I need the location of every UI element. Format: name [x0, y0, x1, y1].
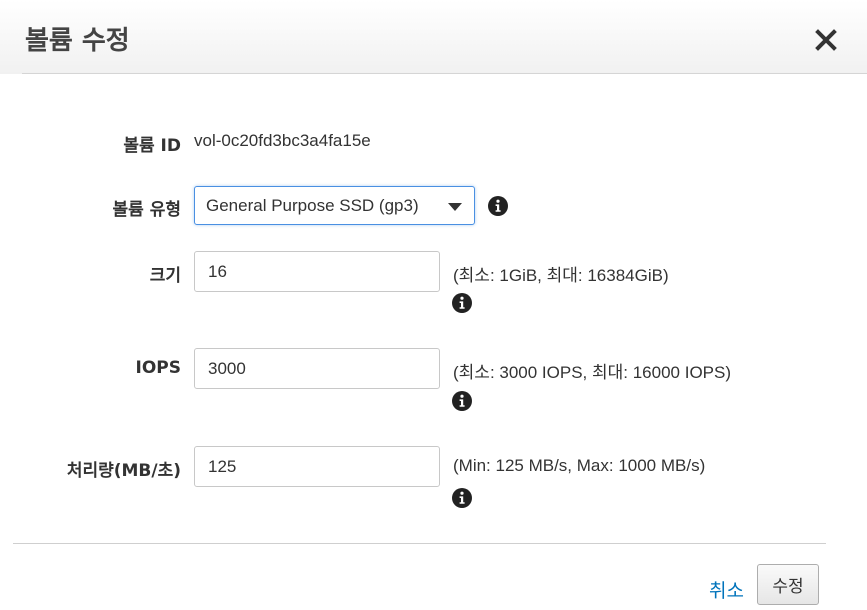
- volume-type-select[interactable]: General Purpose SSD (gp3): [194, 186, 475, 225]
- cancel-link[interactable]: 취소: [709, 576, 744, 603]
- dialog-header: [0, 0, 867, 74]
- iops-input[interactable]: [194, 348, 440, 389]
- volume-id-label: 볼륨 ID: [123, 136, 181, 156]
- volume-type-selected: General Purpose SSD (gp3): [206, 196, 419, 215]
- info-icon[interactable]: [452, 293, 472, 313]
- modify-button[interactable]: 수정: [757, 564, 819, 605]
- size-label: 크기: [149, 266, 181, 286]
- throughput-input[interactable]: [194, 446, 440, 487]
- chevron-down-icon: [448, 203, 462, 211]
- size-input[interactable]: [194, 251, 440, 292]
- close-icon[interactable]: [812, 26, 840, 54]
- volume-id-value: vol-0c20fd3bc3a4fa15e: [194, 131, 371, 150]
- dialog-title: 볼륨 수정: [25, 26, 130, 56]
- info-icon[interactable]: [488, 196, 508, 216]
- info-icon[interactable]: [452, 391, 472, 411]
- volume-type-label: 볼륨 유형: [112, 200, 181, 220]
- size-hint: (최소: 1GiB, 최대: 16384GiB): [453, 266, 669, 285]
- footer-divider: [13, 543, 826, 544]
- iops-label: IOPS: [135, 358, 181, 378]
- header-divider: [22, 73, 867, 74]
- info-icon[interactable]: [452, 488, 472, 508]
- throughput-hint: (Min: 125 MB/s, Max: 1000 MB/s): [453, 456, 706, 475]
- throughput-label: 처리량(MB/초): [66, 461, 181, 481]
- iops-hint: (최소: 3000 IOPS, 최대: 16000 IOPS): [453, 363, 732, 382]
